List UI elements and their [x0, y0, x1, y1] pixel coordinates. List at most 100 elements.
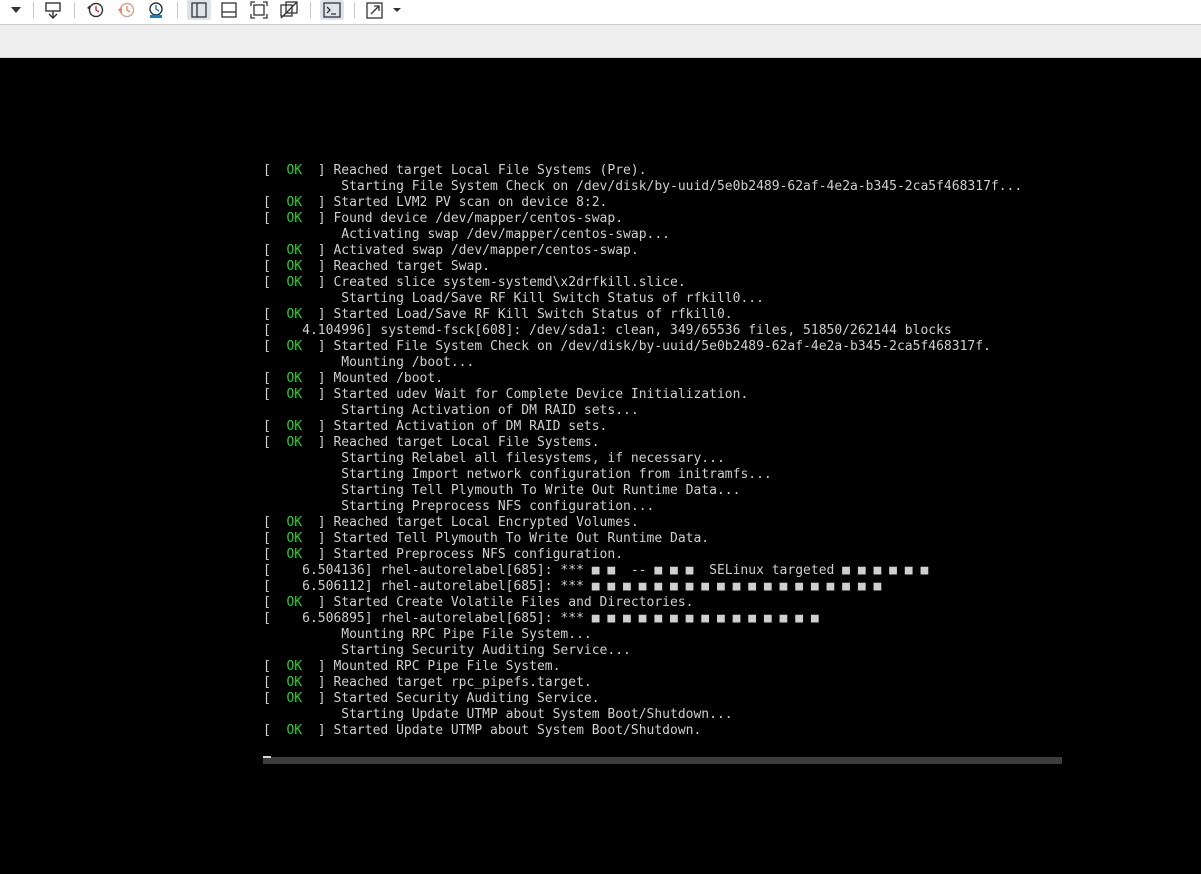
- status-bracket: ]: [302, 339, 334, 354]
- toolbar-separator: [177, 2, 178, 18]
- status-ok-badge: OK: [286, 339, 303, 354]
- status-bracket: [: [263, 371, 287, 386]
- log-line: [ OK ] Started Preprocess NFS configurat…: [263, 547, 1103, 563]
- status-ok-badge: OK: [286, 307, 303, 322]
- status-ok-badge: OK: [286, 371, 303, 386]
- log-text: Starting Preprocess NFS configuration...: [341, 499, 655, 514]
- thumbnail-bar-icon[interactable]: [218, 0, 240, 20]
- status-bracket: [: [263, 339, 287, 354]
- vm-tab-strip: [0, 25, 1201, 58]
- log-line: Starting Security Auditing Service...: [263, 643, 1103, 659]
- log-line: [ OK ] Reached target rpc_pipefs.target.: [263, 675, 1103, 691]
- vm-toolbar: [0, 0, 1201, 25]
- log-text: Found device /dev/mapper/centos-swap.: [333, 211, 624, 226]
- log-text: Started LVM2 PV scan on device 8:2.: [333, 195, 608, 210]
- status-ok-badge: OK: [286, 547, 303, 562]
- log-line: Starting File System Check on /dev/disk/…: [263, 179, 1103, 195]
- snapshot-icon[interactable]: [84, 0, 106, 20]
- send-ctrl-alt-del-icon[interactable]: [42, 0, 64, 20]
- status-ok-badge: OK: [286, 259, 303, 274]
- status-bracket: [: [263, 595, 287, 610]
- log-line: Starting Activation of DM RAID sets...: [263, 403, 1103, 419]
- status-bracket: ]: [302, 387, 334, 402]
- log-line: [ OK ] Started Security Auditing Service…: [263, 691, 1103, 707]
- log-text: Starting Tell Plymouth To Write Out Runt…: [341, 483, 741, 498]
- boot-progress-bar: [263, 757, 1062, 764]
- log-text: Reached target Local File Systems.: [333, 435, 600, 450]
- status-bracket: [: [263, 211, 287, 226]
- log-text: Starting File System Check on /dev/disk/…: [341, 179, 1023, 194]
- status-ok-badge: OK: [286, 195, 303, 210]
- status-bracket: [: [263, 307, 287, 322]
- log-text: Started Tell Plymouth To Write Out Runti…: [333, 531, 710, 546]
- log-text: Started Security Auditing Service.: [333, 691, 600, 706]
- dropdown-arrow-icon[interactable]: [8, 0, 24, 20]
- status-bracket: ]: [302, 691, 334, 706]
- revert-snapshot-icon[interactable]: [115, 0, 137, 20]
- log-text: Started Create Volatile Files and Direct…: [333, 595, 694, 610]
- log-line: [ OK ] Started Tell Plymouth To Write Ou…: [263, 531, 1103, 547]
- log-line: [ OK ] Activated swap /dev/mapper/centos…: [263, 243, 1103, 259]
- log-text: Starting Activation of DM RAID sets...: [341, 403, 639, 418]
- status-bracket: [: [263, 547, 287, 562]
- stretch-guest-icon[interactable]: [364, 0, 404, 20]
- status-bracket: [: [263, 531, 287, 546]
- status-ok-badge: OK: [286, 531, 303, 546]
- status-bracket: [: [263, 259, 287, 274]
- log-line: [ OK ] Found device /dev/mapper/centos-s…: [263, 211, 1103, 227]
- console-view-icon[interactable]: [320, 0, 344, 20]
- show-library-icon[interactable]: [187, 0, 211, 20]
- log-line: Mounting RPC Pipe File System...: [263, 627, 1103, 643]
- status-bracket: [: [263, 275, 287, 290]
- log-text: Activated swap /dev/mapper/centos-swap.: [333, 243, 639, 258]
- status-ok-badge: OK: [286, 675, 303, 690]
- log-line: Activating swap /dev/mapper/centos-swap.…: [263, 227, 1103, 243]
- log-line: [ OK ] Started Update UTMP about System …: [263, 723, 1103, 739]
- status-bracket: ]: [302, 531, 334, 546]
- log-text: Mounting /boot...: [341, 355, 475, 370]
- status-bracket: ]: [302, 307, 334, 322]
- log-text: Created slice system-systemd\x2drfkill.s…: [333, 275, 686, 290]
- text-cursor: [263, 756, 271, 758]
- unity-icon[interactable]: [278, 0, 300, 20]
- log-text: Starting Load/Save RF Kill Switch Status…: [341, 291, 764, 306]
- log-text: Started Update UTMP about System Boot/Sh…: [333, 723, 702, 738]
- log-line: [ OK ] Reached target Local File Systems…: [263, 163, 1103, 179]
- log-text: Reached target Local Encrypted Volumes.: [333, 515, 639, 530]
- status-ok-badge: OK: [286, 275, 303, 290]
- log-text: Started udev Wait for Complete Device In…: [333, 387, 749, 402]
- log-line: [ 4.104996] systemd-fsck[608]: /dev/sda1…: [263, 323, 1103, 339]
- log-line: [ OK ] Created slice system-systemd\x2dr…: [263, 275, 1103, 291]
- status-bracket: ]: [302, 243, 334, 258]
- snapshot-manager-icon[interactable]: [145, 0, 167, 20]
- status-ok-badge: OK: [286, 387, 303, 402]
- status-bracket: [: [263, 659, 287, 674]
- log-line: [ OK ] Started Activation of DM RAID set…: [263, 419, 1103, 435]
- log-text: Starting Security Auditing Service...: [341, 643, 631, 658]
- log-text: Reached target rpc_pipefs.target.: [333, 675, 592, 690]
- status-bracket: ]: [302, 723, 334, 738]
- toolbar-separator: [310, 2, 311, 18]
- status-ok-badge: OK: [286, 691, 303, 706]
- status-ok-badge: OK: [286, 723, 303, 738]
- log-line: [ 6.504136] rhel-autorelabel[685]: *** ■…: [263, 563, 1103, 579]
- log-line: [ OK ] Mounted /boot.: [263, 371, 1103, 387]
- log-line: [ OK ] Started Load/Save RF Kill Switch …: [263, 307, 1103, 323]
- full-screen-icon[interactable]: [248, 0, 270, 20]
- boot-log: [ OK ] Reached target Local File Systems…: [263, 163, 1103, 739]
- log-text: [ 6.506112] rhel-autorelabel[685]: *** ■…: [263, 579, 882, 594]
- log-line: Starting Preprocess NFS configuration...: [263, 499, 1103, 515]
- status-ok-badge: OK: [286, 211, 303, 226]
- log-text: Mounted RPC Pipe File System.: [333, 659, 561, 674]
- status-bracket: ]: [302, 163, 334, 178]
- status-bracket: [: [263, 419, 287, 434]
